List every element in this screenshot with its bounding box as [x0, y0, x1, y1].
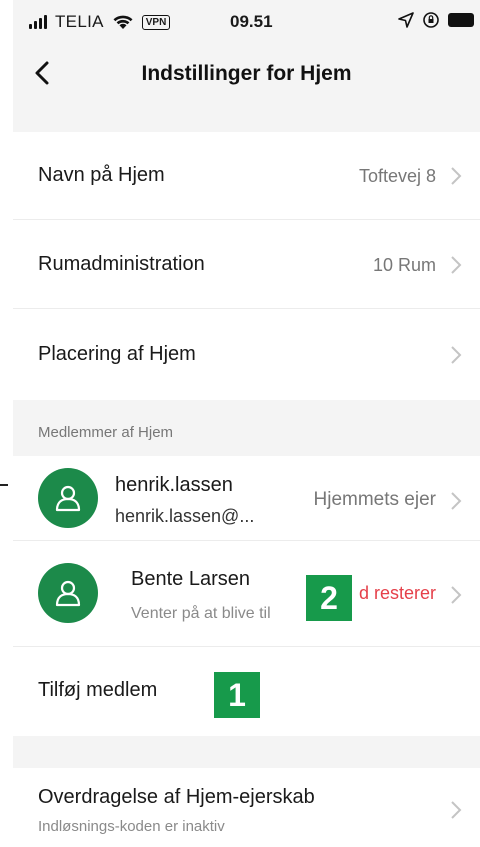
row-label: Navn på Hjem: [38, 164, 165, 186]
wifi-icon: [113, 15, 133, 29]
user-icon: [55, 485, 81, 512]
row-value: Toftevej 8: [358, 166, 436, 186]
member-pending-status: d resterer: [358, 583, 436, 603]
avatar: [38, 563, 98, 623]
row-label: Placering af Hjem: [38, 343, 196, 365]
chevron-right-icon: [451, 346, 462, 364]
status-right: [398, 11, 474, 29]
location-arrow-icon: [398, 12, 414, 28]
member-email: henrik.lassen@...: [115, 506, 255, 526]
avatar: [38, 468, 98, 528]
member-row-owner[interactable]: henrik.lassen henrik.lassen@... Hjemmets…: [13, 456, 480, 541]
annotation-badge: 2: [306, 575, 352, 621]
back-arrow-icon[interactable]: [29, 58, 59, 88]
member-status: Venter på at blive til: [131, 605, 271, 622]
chevron-right-icon: [451, 492, 462, 510]
chevron-right-icon: [451, 167, 462, 185]
member-role: Hjemmets ejer: [313, 489, 436, 510]
annotation-badge: 1: [214, 672, 260, 718]
row-value: 10 Rum: [372, 255, 436, 275]
row-room-admin[interactable]: Rumadministration 10 Rum: [13, 220, 480, 309]
row-label: Overdragelse af Hjem-ejerskab: [38, 786, 315, 808]
member-name: Bente Larsen: [131, 568, 250, 590]
members-section-header: Medlemmer af Hjem: [13, 400, 480, 456]
page-title: Indstillinger for Hjem: [141, 62, 352, 85]
status-left: TELIA VPN: [29, 12, 171, 32]
row-subtitle: Indløsnings-koden er inaktiv: [38, 818, 225, 835]
user-icon: [55, 580, 81, 607]
clock: 09.51: [230, 12, 273, 31]
carrier-name: TELIA: [55, 12, 104, 31]
row-label: Rumadministration: [38, 253, 205, 275]
member-row-pending[interactable]: Bente Larsen Venter på at blive til d re…: [13, 541, 480, 647]
nav-bar: Indstillinger for Hjem: [13, 44, 480, 104]
orientation-lock-icon: [423, 12, 439, 28]
battery-icon: [448, 13, 474, 27]
chevron-right-icon: [451, 801, 462, 819]
row-home-name[interactable]: Navn på Hjem Toftevej 8: [13, 132, 480, 220]
add-member-button[interactable]: Tilføj medlem: [38, 679, 157, 702]
phone-screen: TELIA VPN 09.51 Indstillinger for Hjem N…: [13, 0, 480, 847]
edge-mark: [0, 484, 8, 486]
row-ownership-transfer[interactable]: Overdragelse af Hjem-ejerskab Indløsning…: [13, 768, 480, 847]
vpn-indicator: VPN: [141, 14, 171, 30]
member-name: henrik.lassen: [115, 474, 233, 496]
signal-icon: [29, 15, 47, 29]
row-home-location[interactable]: Placering af Hjem: [13, 309, 480, 400]
chevron-right-icon: [451, 256, 462, 274]
chevron-right-icon: [451, 586, 462, 604]
status-bar: TELIA VPN 09.51: [13, 0, 480, 44]
section-title: Medlemmer af Hjem: [38, 424, 174, 441]
